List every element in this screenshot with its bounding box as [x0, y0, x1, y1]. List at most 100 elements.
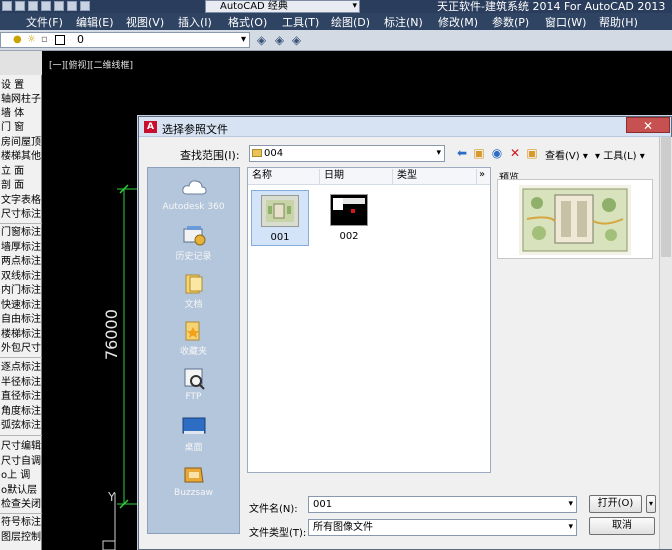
palette-item[interactable]: 门 窗 — [0, 121, 42, 135]
palette-item[interactable]: 角度标注 — [0, 405, 42, 419]
close-button[interactable]: ✕ — [626, 117, 670, 133]
scrollbar-thumb[interactable] — [661, 137, 671, 257]
palette-item[interactable]: 设 置 — [0, 79, 42, 93]
palette-item[interactable]: 尺寸自调 — [0, 455, 42, 469]
palette-item[interactable]: 楼梯其他 — [0, 150, 42, 164]
layer-selector[interactable]: ● ☼ ▫ 0 — [0, 32, 250, 48]
palette-item[interactable]: 检查关闭 — [0, 498, 42, 512]
place-favorites[interactable]: 收藏夹 — [148, 318, 239, 357]
palette-item[interactable]: 尺寸标注 — [0, 208, 42, 222]
palette-item[interactable]: 符号标注 — [0, 516, 42, 530]
palette-item[interactable]: 半径标注 — [0, 376, 42, 390]
file-thumbnail[interactable]: 001 — [251, 190, 309, 246]
up-folder-icon[interactable]: ▣ — [472, 146, 486, 161]
palette-item[interactable]: 两点标注 — [0, 255, 42, 269]
cancel-button[interactable]: 取消 — [589, 517, 655, 535]
palette-item[interactable]: 内门标注 — [0, 284, 42, 298]
layer-previous-icon[interactable]: ◈ — [254, 33, 269, 47]
tools-menu-button[interactable]: ▾ 工具(L) ▾ — [595, 147, 645, 162]
menu-tools[interactable]: 工具(T) — [282, 14, 319, 30]
view-menu-button[interactable]: 查看(V) ▾ — [545, 147, 588, 162]
palette-item[interactable]: 弧弦标注 — [0, 419, 42, 433]
menu-dimension[interactable]: 标注(N) — [384, 14, 423, 30]
palette-item[interactable]: o默认层 — [0, 484, 42, 498]
palette-item[interactable]: 快速标注 — [0, 299, 42, 313]
palette-item[interactable]: 楼梯标注 — [0, 328, 42, 342]
menu-format[interactable]: 格式(O) — [228, 14, 267, 30]
make-current-icon[interactable]: ◈ — [289, 33, 304, 47]
ucs-axis-label: Y — [108, 490, 116, 504]
chevron-down-icon[interactable]: ▾ — [568, 497, 573, 512]
place-history[interactable]: 历史记录 — [148, 223, 239, 262]
layer-states-icon[interactable]: ◈ — [272, 33, 287, 47]
look-in-dropdown[interactable]: 004 ▾ — [249, 145, 445, 162]
save-icon[interactable] — [28, 1, 38, 11]
palette-item[interactable]: 门窗标注 — [0, 226, 42, 240]
back-arrow-icon[interactable]: ⬅ — [455, 146, 469, 161]
chevron-down-icon[interactable]: ▾ — [568, 520, 573, 535]
file-name-input[interactable]: 001 ▾ — [308, 496, 577, 513]
palette-item[interactable]: 尺寸编辑 — [0, 440, 42, 454]
undo-icon[interactable] — [67, 1, 77, 11]
plot-icon[interactable] — [54, 1, 64, 11]
menu-view[interactable]: 视图(V) — [126, 14, 164, 30]
palette-item[interactable]: 逐点标注 — [0, 361, 42, 375]
new-folder-icon[interactable]: ▣ — [525, 146, 539, 161]
palette-divider — [0, 223, 42, 224]
place-buzzsaw[interactable]: Buzzsaw — [148, 462, 239, 498]
dialog-titlebar[interactable]: A 选择参照文件 ✕ — [139, 117, 671, 137]
palette-item[interactable]: o上 调 — [0, 469, 42, 483]
vertical-scrollbar[interactable] — [659, 137, 672, 549]
palette-item[interactable]: 剖 面 — [0, 179, 42, 193]
menu-window[interactable]: 窗口(W) — [545, 14, 586, 30]
menu-modify[interactable]: 修改(M) — [438, 14, 478, 30]
palette-item[interactable]: 直径标注 — [0, 390, 42, 404]
buzzsaw-icon — [184, 467, 204, 483]
file-thumbnail[interactable]: 002 — [320, 190, 378, 246]
open-options-button[interactable]: ▾ — [646, 495, 656, 513]
menu-insert[interactable]: 插入(I) — [178, 14, 212, 30]
file-list-header: 名称 日期 类型 » — [248, 168, 490, 185]
dark-thumbnail-image — [330, 194, 368, 226]
viewport-label[interactable]: [一][俯视][二维线框] — [49, 58, 133, 71]
palette-item[interactable]: 立 面 — [0, 165, 42, 179]
redo-icon[interactable] — [80, 1, 90, 11]
palette-item[interactable]: 文字表格 — [0, 194, 42, 208]
place-documents[interactable]: 文档 — [148, 271, 239, 310]
more-columns-icon[interactable]: » — [479, 169, 485, 180]
history-icon — [183, 226, 205, 246]
menu-parameters[interactable]: 参数(P) — [492, 14, 529, 30]
open-icon[interactable] — [15, 1, 25, 11]
desktop-icon — [182, 417, 205, 434]
place-autodesk-360[interactable]: Autodesk 360 — [148, 176, 239, 212]
file-type-value: 所有图像文件 — [313, 522, 373, 533]
palette-item[interactable]: 外包尺寸 — [0, 342, 42, 356]
palette-item[interactable]: 自由标注 — [0, 313, 42, 327]
palette-item[interactable]: 图层控制 — [0, 531, 42, 545]
color-swatch-icon — [55, 35, 65, 45]
delete-icon[interactable]: ✕ — [508, 146, 522, 161]
place-label: 历史记录 — [175, 252, 212, 262]
place-ftp[interactable]: FTP — [148, 366, 239, 402]
column-date[interactable]: 日期 — [320, 169, 393, 184]
new-icon[interactable] — [2, 1, 12, 11]
search-web-icon[interactable]: ◉ — [490, 146, 504, 161]
workspace-selector[interactable]: AutoCAD 经典 — [205, 0, 360, 13]
palette-item[interactable]: 墙厚标注 — [0, 241, 42, 255]
column-name[interactable]: 名称 — [248, 169, 320, 184]
palette-item[interactable]: 墙 体 — [0, 107, 42, 121]
place-desktop[interactable]: 桌面 — [148, 414, 239, 453]
column-type[interactable]: 类型 — [393, 169, 477, 184]
palette-item[interactable]: 轴网柱子 — [0, 93, 42, 107]
file-type-dropdown[interactable]: 所有图像文件 ▾ — [308, 519, 577, 536]
open-button[interactable]: 打开(O) — [589, 495, 642, 513]
menu-edit[interactable]: 编辑(E) — [76, 14, 114, 30]
menu-help[interactable]: 帮助(H) — [599, 14, 638, 30]
file-list[interactable]: 名称 日期 类型 » 001 002 — [247, 167, 491, 473]
save-as-icon[interactable] — [41, 1, 51, 11]
menu-draw[interactable]: 绘图(D) — [331, 14, 370, 30]
place-label: 桌面 — [184, 443, 203, 453]
palette-item[interactable]: 双线标注 — [0, 270, 42, 284]
menu-file[interactable]: 文件(F) — [26, 14, 63, 30]
palette-item[interactable]: 房间屋顶 — [0, 136, 42, 150]
